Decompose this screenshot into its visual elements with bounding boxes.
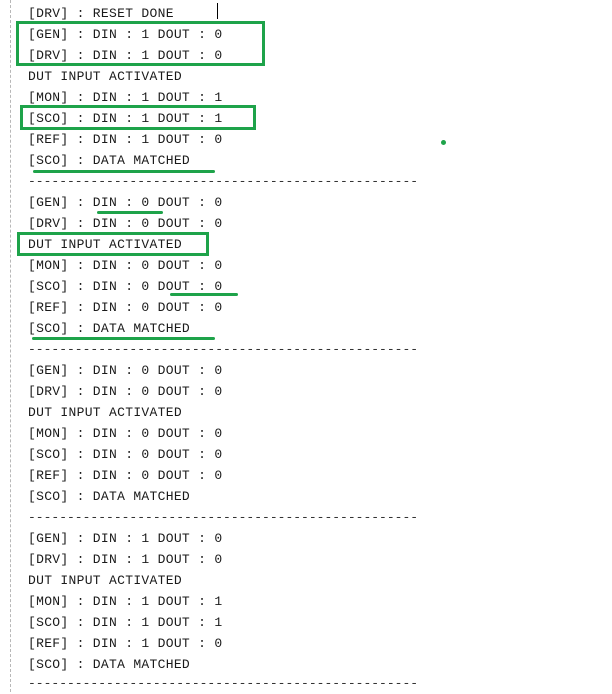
log-line: [SCO] : DIN : 0 DOUT : 0 [28,447,223,462]
text-cursor [217,3,218,19]
separator-line: ----------------------------------------… [28,174,419,189]
console-output[interactable]: [DRV] : RESET DONE [GEN] : DIN : 1 DOUT … [28,0,612,692]
log-line: [DRV] : DIN : 0 DOUT : 0 [28,384,223,399]
annotation-dot [441,140,446,145]
separator-line: ----------------------------------------… [28,342,419,357]
log-line: DUT INPUT ACTIVATED [28,69,182,84]
log-line: [MON] : DIN : 0 DOUT : 0 [28,426,223,441]
annotation-underline-data-matched-2 [32,337,215,340]
log-line: [REF] : DIN : 1 DOUT : 0 [28,132,223,147]
separator-line: ----------------------------------------… [28,676,419,691]
log-line: DUT INPUT ACTIVATED [28,573,182,588]
annotation-underline-dout [170,293,238,296]
log-line: [MON] : DIN : 0 DOUT : 0 [28,258,223,273]
log-line: [SCO] : DATA MATCHED [28,657,191,672]
annotation-box-sco-first [20,105,256,130]
log-line: [SCO] : DATA MATCHED [28,489,191,504]
log-line: [SCO] : DATA MATCHED [28,321,191,336]
log-line: [MON] : DIN : 1 DOUT : 1 [28,594,223,609]
annotation-box-dut-activated [17,232,209,256]
log-line: [SCO] : DATA MATCHED [28,153,191,168]
separator-line: ----------------------------------------… [28,510,419,525]
log-line: [DRV] : DIN : 1 DOUT : 0 [28,552,223,567]
editor-gutter-line [10,0,11,692]
log-line: DUT INPUT ACTIVATED [28,405,182,420]
log-line: [REF] : DIN : 0 DOUT : 0 [28,468,223,483]
annotation-box-gen-drv [16,21,265,66]
log-line: [DRV] : DIN : 0 DOUT : 0 [28,216,223,231]
annotation-underline-data-matched-1 [33,170,215,173]
log-line: [REF] : DIN : 1 DOUT : 0 [28,636,223,651]
log-line: [REF] : DIN : 0 DOUT : 0 [28,300,223,315]
log-line: [GEN] : DIN : 0 DOUT : 0 [28,363,223,378]
log-line: [GEN] : DIN : 0 DOUT : 0 [28,195,223,210]
log-line: [GEN] : DIN : 1 DOUT : 0 [28,531,223,546]
log-line: [SCO] : DIN : 1 DOUT : 1 [28,615,223,630]
annotation-underline-din [97,211,163,214]
